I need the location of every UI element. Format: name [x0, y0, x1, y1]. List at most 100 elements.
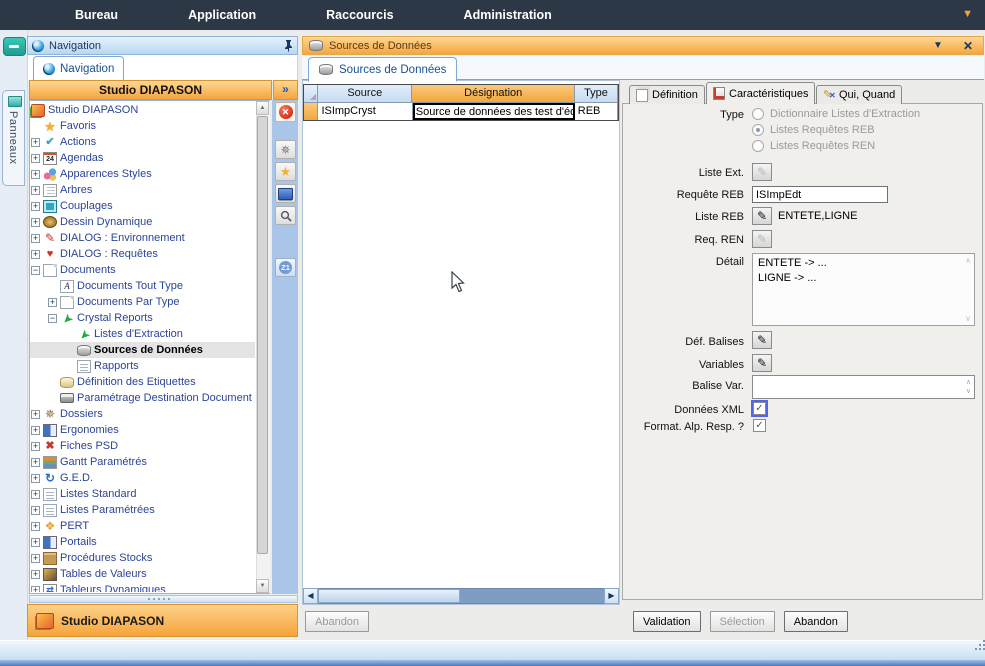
expander-plus-icon[interactable]: +: [31, 490, 40, 499]
expander-minus-icon[interactable]: −: [31, 266, 40, 275]
tree-item-dialog-environnement[interactable]: +✎DIALOG : Environnement: [30, 230, 255, 246]
abandon-button[interactable]: Abandon: [784, 611, 848, 632]
cell-source[interactable]: ISImpCryst: [318, 103, 412, 120]
expander-plus-icon[interactable]: +: [31, 186, 40, 195]
tab-qui-quand[interactable]: ✎✕ Qui, Quand: [816, 85, 902, 104]
req-ren-button[interactable]: ✎: [752, 230, 772, 248]
validation-button[interactable]: Validation: [633, 611, 701, 632]
tab-caracteristiques[interactable]: Caractéristiques: [706, 82, 815, 104]
tree-item-tables-de-valeurs[interactable]: +Tables de Valeurs: [30, 566, 255, 582]
tree-item-documents[interactable]: −Documents: [30, 262, 255, 278]
tree-item-arbres[interactable]: +Arbres: [30, 182, 255, 198]
pin-icon[interactable]: [284, 39, 293, 52]
expander-plus-icon[interactable]: +: [31, 218, 40, 227]
expander-plus-icon[interactable]: +: [31, 522, 40, 531]
scroll-up-icon[interactable]: ∧: [965, 256, 971, 265]
radio-option-listes-requ-tes-reb[interactable]: Listes Requêtes REB: [752, 122, 920, 138]
menu-administration[interactable]: Administration: [464, 0, 552, 30]
tree-scroll-down-button[interactable]: ▼: [256, 579, 269, 593]
expander-plus-icon[interactable]: +: [31, 170, 40, 179]
tree-item-proc-dures-stocks[interactable]: +Procédures Stocks: [30, 550, 255, 566]
tree-item-listes-standard[interactable]: +Listes Standard: [30, 486, 255, 502]
expander-plus-icon[interactable]: +: [31, 538, 40, 547]
scroll-down-icon[interactable]: ∨: [965, 314, 971, 323]
tree-item-couplages[interactable]: +Couplages: [30, 198, 255, 214]
menu-bureau[interactable]: Bureau: [75, 0, 118, 30]
select-all-cell[interactable]: ◢: [304, 85, 318, 103]
tree-scroll-thumb[interactable]: [257, 116, 268, 554]
radio-icon[interactable]: [752, 108, 764, 120]
liste-reb-button[interactable]: ✎: [752, 207, 772, 225]
expander-plus-icon[interactable]: +: [31, 474, 40, 483]
tree-item-dossiers[interactable]: +✵Dossiers: [30, 406, 255, 422]
tree-item-dessin-dynamique[interactable]: +Dessin Dynamique: [30, 214, 255, 230]
panel-close-icon[interactable]: ✕: [963, 39, 973, 53]
spin-down-icon[interactable]: ∨: [966, 388, 971, 395]
tree-item-favoris[interactable]: ★Favoris: [30, 118, 255, 134]
s-lection-button[interactable]: Sélection: [710, 611, 775, 632]
format-alp-checkbox[interactable]: ✓: [753, 419, 766, 432]
abandon-grid-button[interactable]: Abandon: [305, 611, 369, 632]
requete-reb-input[interactable]: [752, 186, 888, 203]
tree-item-listes-d-extraction[interactable]: ➤Listes d'Extraction: [30, 326, 255, 342]
tree-item-documents-tout-type[interactable]: ADocuments Tout Type: [30, 278, 255, 294]
expander-plus-icon[interactable]: +: [31, 570, 40, 579]
tree-item-d-finition-des-etiquettes[interactable]: Définition des Etiquettes: [30, 374, 255, 390]
tab-sources-de-donnees[interactable]: Sources de Données: [308, 57, 457, 82]
tree-item-apparences-styles[interactable]: +Apparences Styles: [30, 166, 255, 182]
tree-item-listes-param-tr-es[interactable]: +Listes Paramétrées: [30, 502, 255, 518]
row-selector-cell[interactable]: [304, 103, 318, 120]
z1-tool-button[interactable]: Z1: [275, 258, 296, 277]
tree-item-studio-diapason[interactable]: Studio DIAPASON: [30, 102, 255, 118]
spin-up-icon[interactable]: ∧: [966, 379, 971, 386]
tree-item-ergonomies[interactable]: +Ergonomies: [30, 422, 255, 438]
dock-collapse-button[interactable]: [3, 37, 26, 56]
radio-icon[interactable]: [752, 140, 764, 152]
expander-plus-icon[interactable]: +: [31, 426, 40, 435]
tree-item-tableurs-dynamiques[interactable]: +⇄Tableurs Dynamiques: [30, 582, 255, 592]
panel-splitter[interactable]: [29, 595, 298, 603]
donnees-xml-checkbox[interactable]: ✓: [753, 402, 766, 415]
screen-tool-button[interactable]: [275, 184, 296, 203]
favorites-tool-button[interactable]: ★: [275, 162, 296, 181]
tree-item-pert[interactable]: +❖PERT: [30, 518, 255, 534]
expander-plus-icon[interactable]: +: [31, 442, 40, 451]
tree-item-fiches-psd[interactable]: +✖Fiches PSD: [30, 438, 255, 454]
expander-plus-icon[interactable]: +: [31, 458, 40, 467]
ribbon-collapse-chevron-icon[interactable]: ▼: [962, 8, 973, 20]
tree-item-crystal-reports[interactable]: −➤Crystal Reports: [30, 310, 255, 326]
hscroll-right-button[interactable]: ▶: [604, 588, 619, 604]
hscroll-thumb[interactable]: [318, 589, 460, 603]
expander-plus-icon[interactable]: +: [31, 554, 40, 563]
detail-textarea[interactable]: ENTETE -> ... LIGNE -> ... ∧ ∨: [752, 253, 975, 326]
expander-plus-icon[interactable]: +: [31, 202, 40, 211]
tree-item-gantt-param-tr-s[interactable]: +Gantt Paramétrés: [30, 454, 255, 470]
radio-icon[interactable]: [752, 124, 764, 136]
workflow-tool-button[interactable]: ✵: [275, 140, 296, 159]
panel-dropdown-icon[interactable]: ▼: [933, 40, 943, 51]
expander-minus-icon[interactable]: −: [48, 314, 57, 323]
expander-plus-icon[interactable]: +: [31, 506, 40, 515]
menu-application[interactable]: Application: [188, 0, 256, 30]
tree-item-agendas[interactable]: +24Agendas: [30, 150, 255, 166]
expander-plus-icon[interactable]: +: [31, 250, 40, 259]
radio-option-listes-requ-tes-ren[interactable]: Listes Requêtes REN: [752, 138, 920, 154]
column-header-source[interactable]: Source: [318, 85, 412, 103]
tree-item-g-e-d[interactable]: +↻G.E.D.: [30, 470, 255, 486]
tree-item-actions[interactable]: +✔Actions: [30, 134, 255, 150]
variables-button[interactable]: ✎: [752, 354, 772, 372]
column-header-type[interactable]: Type: [575, 85, 618, 103]
tree-item-documents-par-type[interactable]: +Documents Par Type: [30, 294, 255, 310]
tree-expand-button[interactable]: »: [273, 80, 298, 100]
def-balises-button[interactable]: ✎: [752, 331, 772, 349]
liste-ext-button[interactable]: ✎: [752, 163, 772, 181]
panneaux-dock-tab[interactable]: Panneaux: [2, 90, 25, 186]
tree-item-rapports[interactable]: Rapports: [30, 358, 255, 374]
expander-plus-icon[interactable]: +: [31, 138, 40, 147]
expander-plus-icon[interactable]: +: [48, 298, 57, 307]
hscroll-left-button[interactable]: ◀: [303, 588, 318, 604]
radio-option-dictionnaire-listes-d-extraction[interactable]: Dictionnaire Listes d'Extraction: [752, 106, 920, 122]
tree-item-dialog-requ-tes[interactable]: +♥DIALOG : Requêtes: [30, 246, 255, 262]
search-tool-button[interactable]: [275, 206, 296, 225]
column-header-d-signation[interactable]: Désignation: [412, 85, 575, 103]
